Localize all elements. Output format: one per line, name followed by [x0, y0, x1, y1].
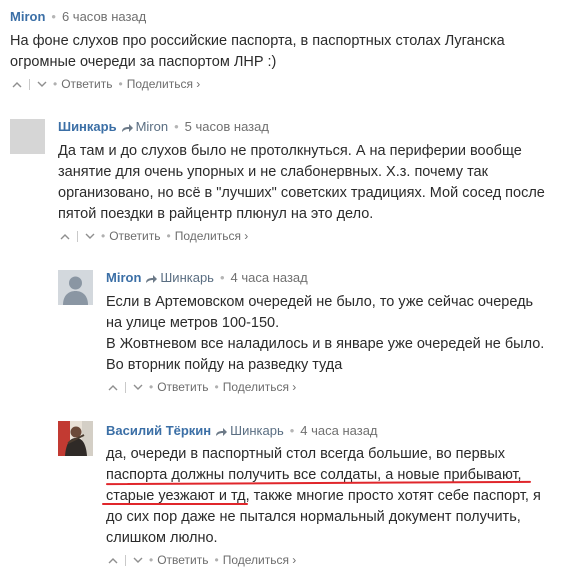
chevron-down-icon — [85, 233, 95, 240]
upvote-button[interactable] — [12, 77, 22, 91]
author-link[interactable]: Василий Тёркин — [106, 423, 211, 438]
timestamp-link[interactable]: 6 часов назад — [62, 9, 146, 24]
comment-header: Miron • 6 часов назад — [10, 9, 146, 25]
upvote-button[interactable] — [108, 553, 118, 567]
reply-arrow-icon — [146, 275, 158, 283]
avatar[interactable] — [58, 270, 93, 305]
comment-text: На фоне слухов про российские паспорта, … — [10, 31, 505, 73]
downvote-button[interactable] — [133, 553, 143, 567]
separator-dot: • — [51, 9, 56, 24]
upvote-button[interactable] — [60, 229, 70, 243]
comment-line: На фоне слухов про российские паспорта, … — [10, 33, 505, 49]
vote-divider — [29, 79, 30, 91]
reply-arrow-icon — [121, 124, 133, 132]
chevron-up-icon — [60, 234, 70, 240]
downvote-button[interactable] — [85, 229, 95, 243]
downvote-button[interactable] — [37, 77, 47, 91]
reply-button[interactable]: Ответить — [157, 380, 208, 394]
author-link[interactable]: Miron — [106, 270, 141, 285]
chevron-up-icon — [108, 385, 118, 391]
timestamp-link[interactable]: 4 часа назад — [231, 270, 308, 285]
comment-actions: • Ответить • Поделиться › — [12, 77, 200, 91]
share-button[interactable]: Поделиться › — [223, 380, 297, 394]
comment-line: организовано, но всё в "лучших" советски… — [58, 185, 545, 201]
timestamp-link[interactable]: 4 часа назад — [300, 423, 377, 438]
comment-actions: • Ответить • Поделиться › — [108, 380, 296, 394]
comment-line: В Жовтневом все наладилось и в январе уж… — [106, 336, 545, 352]
separator-dot: • — [219, 270, 225, 285]
chevron-down-icon — [133, 557, 143, 564]
reply-to-link[interactable]: Шинкарь — [230, 423, 284, 438]
vote-divider — [125, 555, 126, 567]
comment-actions: • Ответить • Поделиться › — [108, 553, 296, 567]
separator-dot: • — [101, 229, 106, 243]
comment-line: на улице метров 100-150. — [106, 315, 280, 331]
timestamp-link[interactable]: 5 часов назад — [185, 119, 269, 134]
comment-line: да, очереди в паспортный стол всегда бол… — [106, 446, 506, 462]
separator-dot: • — [166, 229, 171, 243]
avatar[interactable] — [10, 119, 45, 154]
reply-button[interactable]: Ответить — [157, 553, 208, 567]
chevron-down-icon — [133, 384, 143, 391]
share-button[interactable]: Поделиться › — [127, 77, 201, 91]
reply-to-link[interactable]: Шинкарь — [160, 270, 214, 285]
downvote-button[interactable] — [133, 380, 143, 394]
reply-to-link[interactable]: Miron — [136, 119, 169, 134]
share-button[interactable]: Поделиться › — [223, 553, 297, 567]
highlight-underline — [102, 503, 248, 505]
comment-actions: • Ответить • Поделиться › — [60, 229, 248, 243]
author-link[interactable]: Miron — [10, 9, 45, 24]
chevron-up-icon — [12, 82, 22, 88]
comment-text: Да там и до слухов было не протолкнуться… — [58, 141, 545, 225]
reply-button[interactable]: Ответить — [109, 229, 160, 243]
separator-dot: • — [149, 380, 154, 394]
avatar[interactable] — [58, 421, 93, 456]
separator-dot: • — [174, 119, 179, 134]
comment-header: Шинкарь Miron • 5 часов назад — [58, 119, 269, 135]
separator-dot: • — [214, 553, 219, 567]
upvote-button[interactable] — [108, 380, 118, 394]
user-silhouette-icon — [58, 270, 93, 305]
comment-line: Если в Артемовском очередей не было, то … — [106, 294, 534, 310]
comment-line: огромные очереди за паспортом ЛНР :) — [10, 54, 277, 70]
vote-divider — [125, 382, 126, 394]
user-silhouette-icon — [10, 119, 45, 154]
reply-arrow-icon — [216, 428, 228, 436]
comment-line: Во вторник пойду на разведку туда — [106, 357, 343, 373]
reply-button[interactable]: Ответить — [61, 77, 112, 91]
separator-dot: • — [118, 77, 123, 91]
soldier-portrait-icon — [58, 421, 93, 456]
separator-dot: • — [149, 553, 154, 567]
separator-dot: • — [289, 423, 295, 438]
comment-line: занятие для очень упорных и не слабонерв… — [58, 164, 488, 180]
comment-line: пятой поездки в райцентр плюнул на это д… — [58, 206, 374, 222]
separator-dot: • — [53, 77, 58, 91]
comment-line: Да там и до слухов было не протолкнуться… — [58, 143, 522, 159]
comment-text: да, очереди в паспортный стол всегда бол… — [106, 444, 541, 549]
comment-header: Василий Тёркин Шинкарь • 4 часа назад — [106, 423, 378, 439]
comment-line: до сих пор даже не пытался нормальный до… — [106, 509, 521, 525]
chevron-up-icon — [108, 558, 118, 564]
comment-header: Miron Шинкарь • 4 часа назад — [106, 270, 308, 286]
comment-text: Если в Артемовском очередей не было, то … — [106, 292, 544, 376]
separator-dot: • — [214, 380, 219, 394]
share-button[interactable]: Поделиться › — [175, 229, 249, 243]
chevron-down-icon — [37, 81, 47, 88]
comment-line: слишком люлно. — [106, 530, 218, 546]
vote-divider — [77, 231, 78, 243]
author-link[interactable]: Шинкарь — [58, 119, 117, 134]
